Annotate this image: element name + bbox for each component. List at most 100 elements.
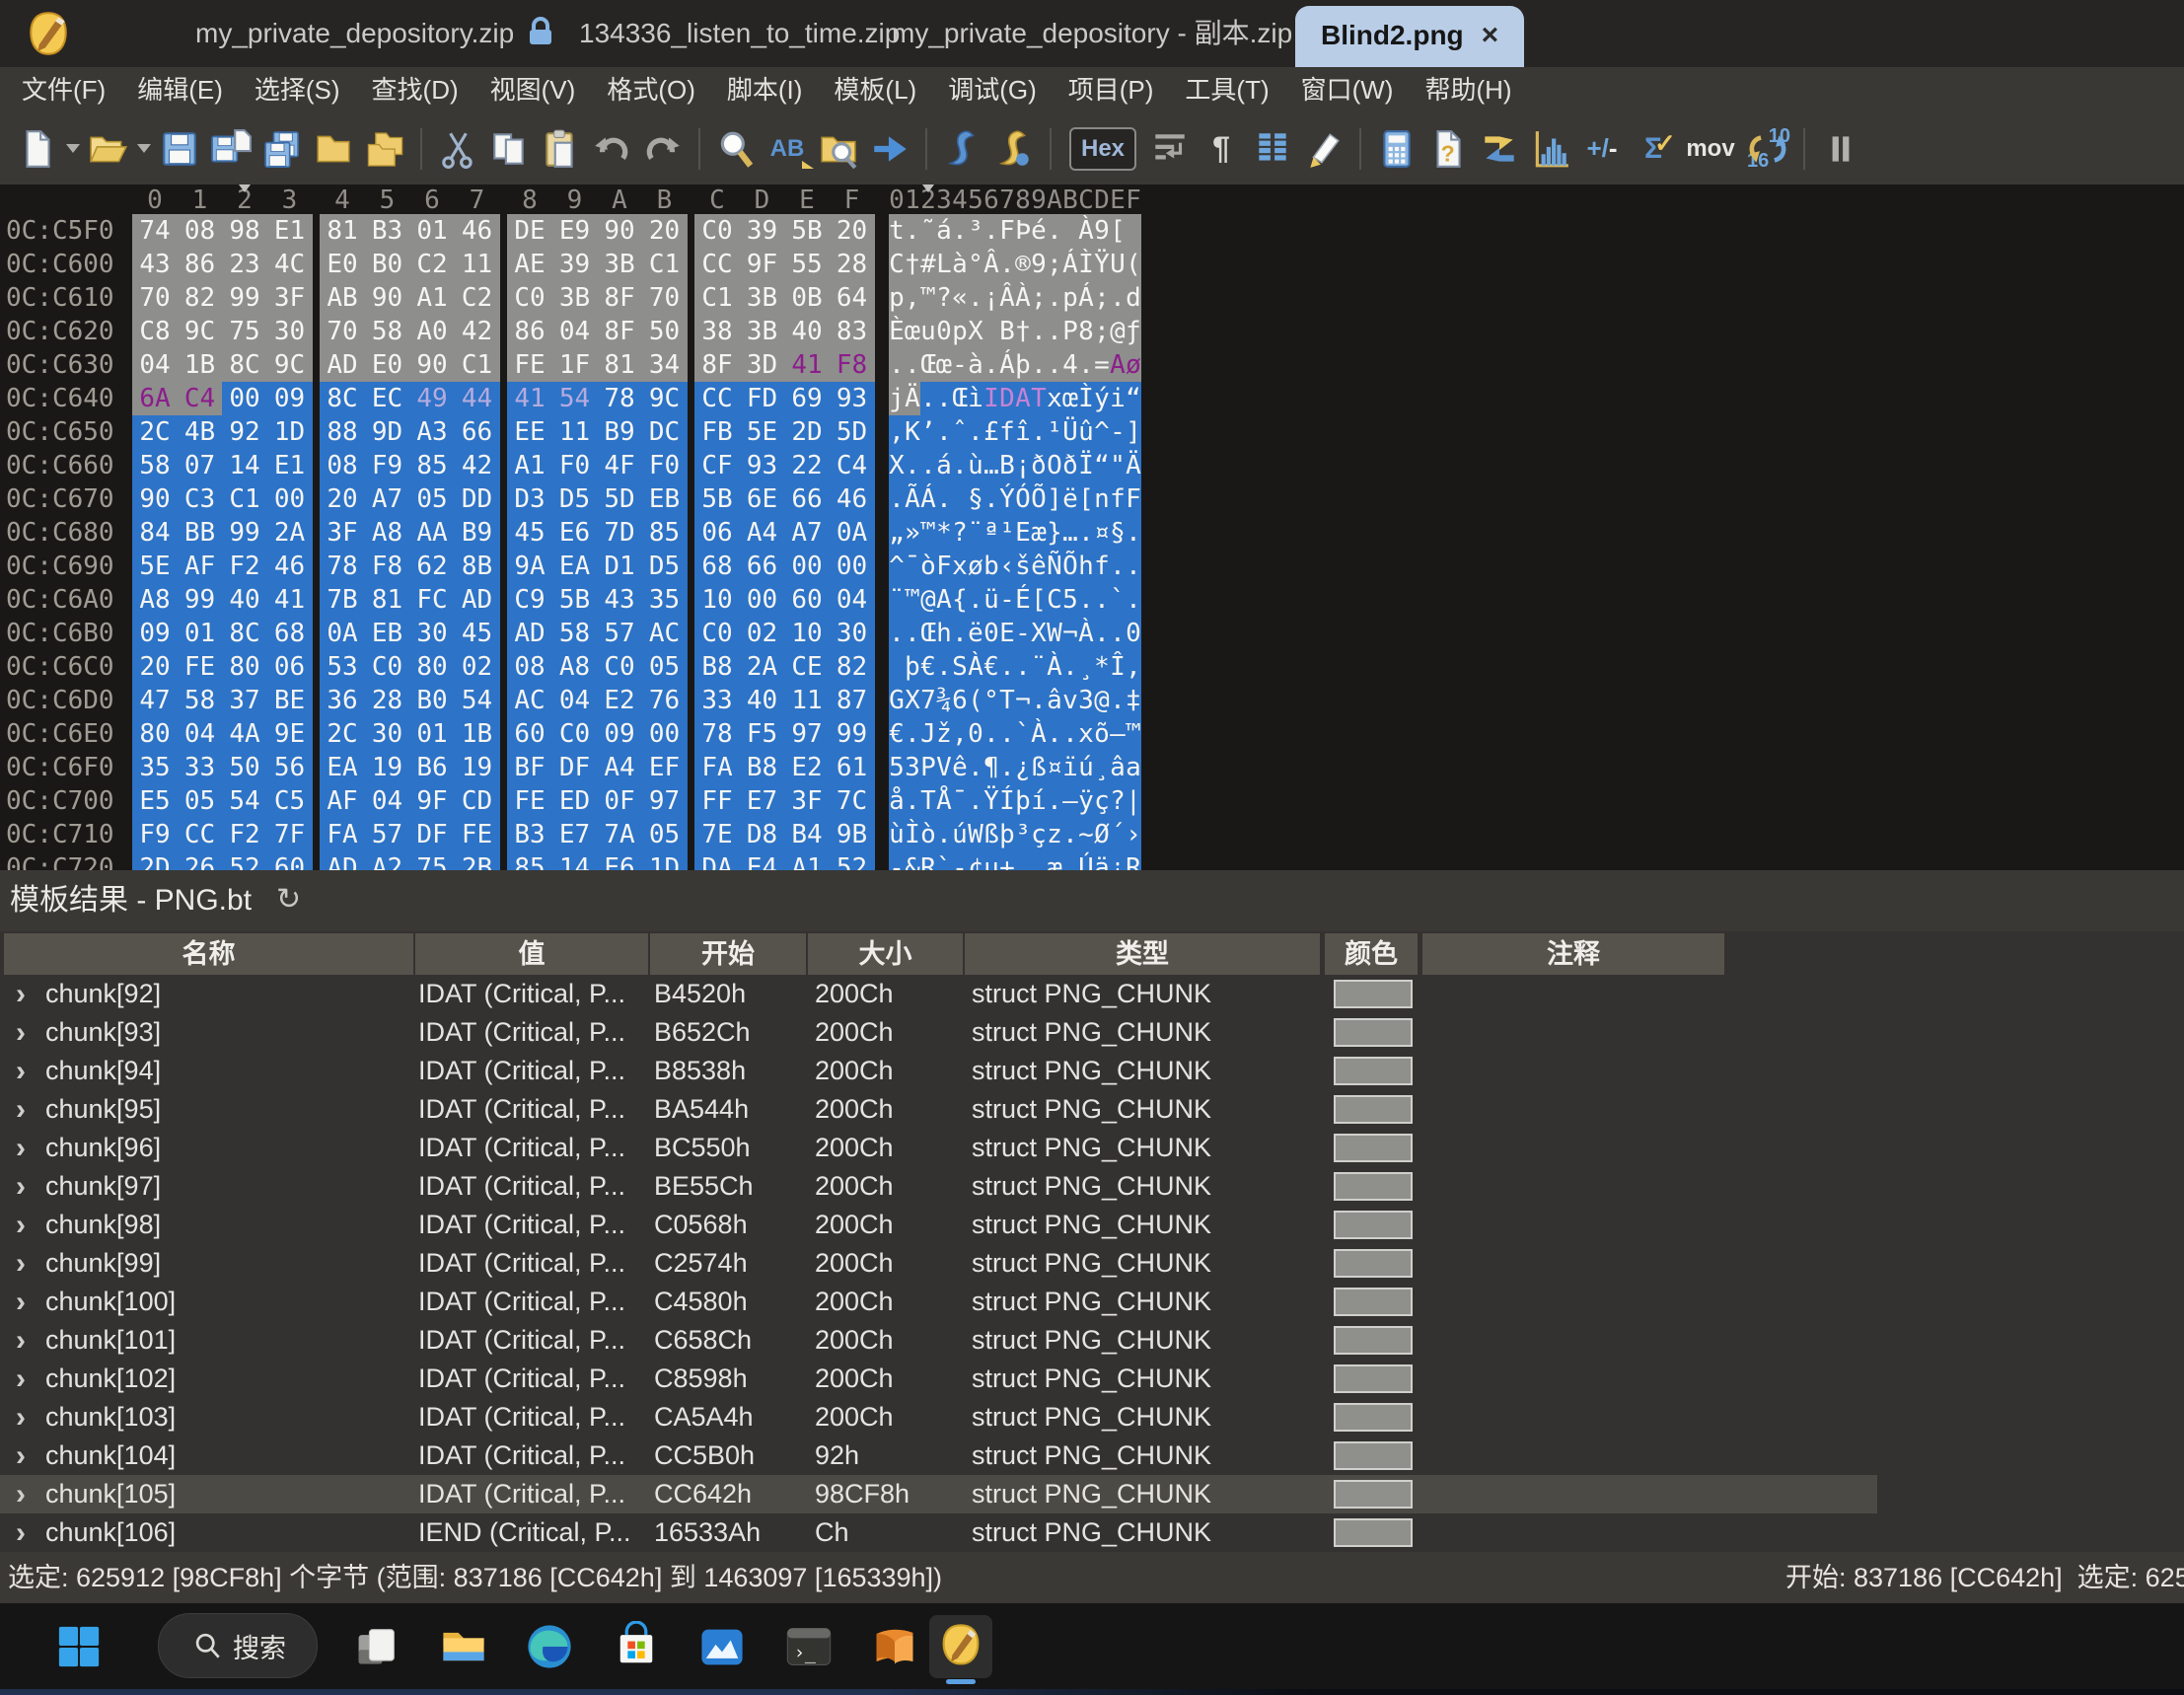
hex-byte[interactable]: 6E: [740, 482, 785, 516]
hex-byte[interactable]: E5: [132, 784, 178, 818]
hex-text-char[interactable]: ß: [983, 818, 999, 851]
hex-text-char[interactable]: .: [983, 348, 999, 382]
hex-text-char[interactable]: .: [1126, 583, 1141, 617]
hex-text-char[interactable]: 5: [889, 751, 905, 784]
base-converter-button[interactable]: 1016: [1745, 125, 1790, 173]
color-swatch[interactable]: [1334, 1441, 1413, 1470]
column-header-1[interactable]: 值: [415, 933, 648, 975]
template-row[interactable]: ›chunk[92]IDAT (Critical, P...B4520h200C…: [0, 975, 1877, 1013]
hex-byte[interactable]: 50: [222, 751, 267, 784]
hex-text-char[interactable]: j: [889, 382, 905, 415]
hex-byte[interactable]: 9F: [409, 784, 455, 818]
hex-byte[interactable]: 33: [178, 751, 223, 784]
hex-text-char[interactable]: ,: [889, 415, 905, 449]
hex-byte[interactable]: 04: [552, 315, 598, 348]
hex-text-char[interactable]: ¡: [983, 281, 999, 315]
hex-text-char[interactable]: í: [1031, 784, 1047, 818]
photos-app-icon[interactable]: [691, 1615, 754, 1678]
hex-byte[interactable]: 30: [267, 315, 313, 348]
hex-byte[interactable]: 70: [320, 315, 365, 348]
hex-text-char[interactable]: ú: [952, 818, 968, 851]
hex-text-char[interactable]: f: [1094, 550, 1110, 583]
hex-text-char[interactable]: .: [1110, 281, 1126, 315]
hex-text-char[interactable]: #: [920, 248, 936, 281]
expand-chevron-icon[interactable]: ›: [16, 1398, 26, 1437]
hex-byte[interactable]: B3: [507, 818, 552, 851]
color-swatch[interactable]: [1334, 1480, 1413, 1509]
hex-text-char[interactable]: G: [889, 684, 905, 717]
hex-text-char[interactable]: h: [1078, 550, 1094, 583]
hex-text-char[interactable]: x: [1078, 717, 1094, 751]
hex-text-char[interactable]: .: [1110, 550, 1126, 583]
hex-text-char[interactable]: .: [952, 214, 968, 248]
hex-text-char[interactable]: *: [936, 516, 952, 550]
hex-byte[interactable]: 9E: [267, 717, 313, 751]
hex-byte[interactable]: B3: [365, 214, 410, 248]
hex-text-char[interactable]: ª: [983, 516, 999, 550]
color-swatch[interactable]: [1334, 1095, 1413, 1124]
hex-text-char[interactable]: .: [999, 751, 1015, 784]
hex-text-char[interactable]: 0: [936, 315, 952, 348]
hex-text-char[interactable]: |: [1126, 784, 1141, 818]
hex-byte[interactable]: 7C: [830, 784, 875, 818]
hex-text-char[interactable]: .: [936, 382, 952, 415]
hex-text-char[interactable]: û: [1078, 415, 1094, 449]
hex-text-char[interactable]: F: [1126, 482, 1141, 516]
hex-text-char[interactable]: a: [1126, 751, 1141, 784]
hex-text-char[interactable]: E: [1015, 516, 1031, 550]
hex-byte[interactable]: C3: [178, 482, 223, 516]
hex-byte[interactable]: 5B: [552, 583, 598, 617]
hex-byte[interactable]: AC: [507, 684, 552, 717]
hex-byte[interactable]: 3B: [740, 315, 785, 348]
hex-byte[interactable]: D8: [740, 818, 785, 851]
hex-text-char[interactable]: ç: [1031, 818, 1047, 851]
check-template-button[interactable]: ?: [1425, 125, 1471, 173]
hex-byte[interactable]: 04: [365, 784, 410, 818]
hex-text-char[interactable]: Ì: [905, 818, 920, 851]
hex-byte[interactable]: 52: [830, 851, 875, 870]
hex-text-char[interactable]: ä: [1094, 851, 1110, 870]
menu-item-3[interactable]: 查找(D): [356, 67, 474, 112]
hex-text-char[interactable]: —: [1062, 784, 1078, 818]
hex-byte[interactable]: 62: [409, 550, 455, 583]
hex-text-char[interactable]: [: [1078, 482, 1094, 516]
hex-text-char[interactable]: €: [920, 650, 936, 684]
hex-byte[interactable]: 53: [320, 650, 365, 684]
hex-text-char[interactable]: Þ: [1015, 214, 1031, 248]
cut-button[interactable]: [435, 125, 480, 173]
hex-editor[interactable]: 0123456789ABCDEF0123456789ABCDEF0C:C5F07…: [0, 184, 2184, 870]
hex-text-char[interactable]: ò: [920, 818, 936, 851]
hex-text-char[interactable]: .: [1078, 583, 1094, 617]
hex-text-char[interactable]: ê: [1031, 550, 1047, 583]
hex-byte[interactable]: FE: [507, 348, 552, 382]
hex-byte[interactable]: B0: [365, 248, 410, 281]
hex-text-char[interactable]: »: [905, 516, 920, 550]
hex-text-char[interactable]: œ: [1062, 382, 1078, 415]
hex-text-char[interactable]: Ú: [1078, 851, 1094, 870]
hex-byte[interactable]: A0: [409, 315, 455, 348]
hex-byte[interactable]: E6: [552, 516, 598, 550]
hex-text-char[interactable]: þ: [1015, 348, 1031, 382]
hex-byte[interactable]: 97: [642, 784, 688, 818]
hex-byte[interactable]: C1: [455, 348, 500, 382]
hex-text-char[interactable]: (: [968, 684, 983, 717]
hex-text-char[interactable]: .: [1126, 550, 1141, 583]
office-folder-app-icon[interactable]: [863, 1615, 926, 1678]
undo-button[interactable]: [589, 125, 634, 173]
hex-text-char[interactable]: «: [952, 281, 968, 315]
hex-text-char[interactable]: ‚: [1126, 650, 1141, 684]
hex-text-char[interactable]: X: [905, 684, 920, 717]
hex-text-char[interactable]: Õ: [1031, 482, 1047, 516]
hex-byte[interactable]: 8F: [597, 315, 642, 348]
column-header-0[interactable]: 名称: [4, 933, 413, 975]
hex-text-char[interactable]: ¢: [968, 851, 983, 870]
hex-text-char[interactable]: ›: [1126, 818, 1141, 851]
hex-byte[interactable]: F0: [552, 449, 598, 482]
hex-byte[interactable]: 00: [830, 550, 875, 583]
hex-byte[interactable]: 2A: [740, 650, 785, 684]
hex-text-char[interactable]: À: [968, 650, 983, 684]
hex-byte[interactable]: EE: [507, 415, 552, 449]
hex-byte[interactable]: 90: [409, 348, 455, 382]
menu-item-9[interactable]: 项目(P): [1053, 67, 1170, 112]
hex-text-char[interactable]: .: [1078, 348, 1094, 382]
